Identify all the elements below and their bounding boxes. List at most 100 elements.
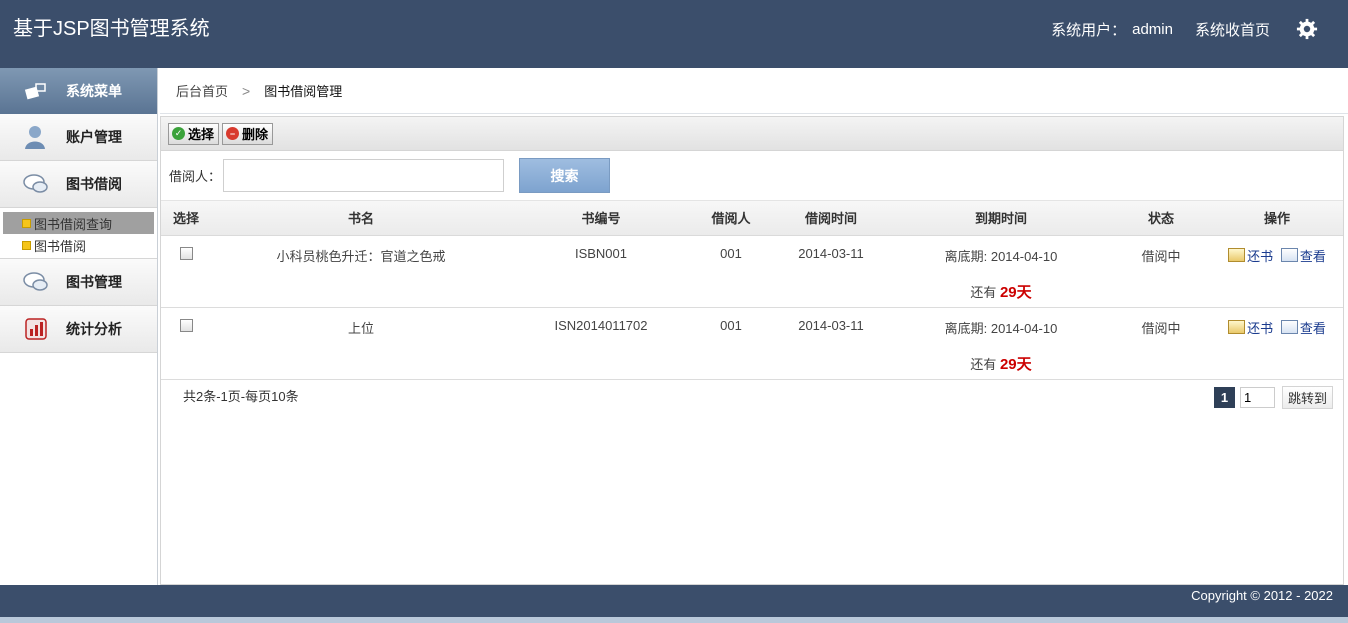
breadcrumb: 后台首页 > 图书借阅管理 [160, 68, 1348, 114]
app-title: 基于JSP图书管理系统 [13, 18, 210, 40]
select-button-label: 选择 [188, 127, 215, 142]
status: 借阅中 [1141, 248, 1181, 264]
menu-icon [22, 77, 50, 105]
window-icon [1280, 320, 1298, 334]
page-number-button[interactable]: 1 [1213, 386, 1235, 408]
borrow-date: 2014-03-11 [798, 245, 864, 261]
search-label: 借阅人： [169, 169, 222, 184]
column-header[interactable]: 借阅时间 [771, 201, 891, 236]
breadcrumb-current: 图书借阅管理 [264, 84, 343, 99]
check-icon: ✓ [172, 127, 185, 140]
remaining-count: 29天 [999, 283, 1032, 301]
book-title: 上位 [347, 320, 374, 336]
actions-cell: 还书 查看 [1211, 235, 1343, 307]
column-header[interactable]: 书名 [211, 201, 511, 236]
pagination-controls: 1 跳转到 [1213, 385, 1333, 409]
column-header: 操作 [1211, 201, 1343, 236]
toolbar: ✓ 选择 − 删除 [161, 117, 1343, 151]
borrower: 001 [720, 317, 742, 333]
borrower-search-input[interactable] [223, 159, 505, 192]
window-icon [1280, 248, 1298, 262]
borrow-date: 2014-03-11 [798, 317, 864, 333]
sidebar-item-label: 图书管理 [66, 274, 122, 290]
edit-icon [1228, 320, 1246, 334]
sidebar-submenu: 图书借阅查询 图书借阅 [0, 208, 157, 259]
remaining-days: 还有 29天 [891, 353, 1111, 374]
sidebar-item-account[interactable]: 账户管理 [0, 114, 157, 161]
search-button[interactable]: 搜索 [519, 158, 611, 193]
table-header-row: 选择 书名 书编号 借阅人 借阅时间 到期时间 状态 操作 [161, 201, 1343, 236]
user-label: 系统用户： [1051, 21, 1127, 39]
sidebar-item-borrow[interactable]: 图书借阅 [0, 161, 157, 208]
sidebar-menu-title: 系统菜单 [0, 68, 157, 114]
book-number: ISN2014011702 [554, 317, 648, 333]
actions-cell: 还书 查看 [1211, 307, 1343, 379]
view-link[interactable]: 查看 [1280, 246, 1326, 265]
due-date-cell: 离底期: 2014-04-10 还有 29天 [891, 235, 1111, 307]
sidebar-subitem-borrow-query[interactable]: 图书借阅查询 [3, 212, 154, 234]
remaining-prefix: 还有 [970, 356, 997, 372]
row-checkbox[interactable] [179, 318, 193, 332]
delete-icon: − [226, 127, 240, 140]
main-content: 后台首页 > 图书借阅管理 ✓ 选择 − 删除 借阅人： 搜索 选择 书名 书编… [160, 68, 1348, 585]
status: 借阅中 [1141, 320, 1181, 336]
top-header: 基于JSP图书管理系统 系统用户： admin 系统收首页 [0, 0, 1348, 68]
search-bar: 借阅人： 搜索 [161, 151, 1343, 201]
sidebar-item-label: 图书借阅 [66, 176, 122, 192]
sidebar-subitem-label: 图书借阅 [34, 238, 87, 254]
os-taskbar [0, 617, 1348, 623]
return-book-label: 还书 [1247, 248, 1274, 264]
borrower: 001 [720, 245, 742, 261]
stats-icon [22, 315, 50, 343]
column-header[interactable]: 借阅人 [691, 201, 771, 236]
return-book-link[interactable]: 还书 [1228, 246, 1273, 265]
due-date-cell: 离底期: 2014-04-10 还有 29天 [891, 307, 1111, 379]
edit-icon [1228, 248, 1246, 262]
table-row: 上位 ISN2014011702 001 2014-03-11 离底期: 201… [161, 307, 1343, 379]
jump-page-input[interactable] [1239, 386, 1275, 408]
due-date: 离底期: 2014-04-10 [944, 248, 1058, 264]
sidebar-menu-title-label: 系统菜单 [66, 83, 122, 99]
sidebar-item-books[interactable]: 图书管理 [0, 259, 157, 306]
view-label: 查看 [1299, 248, 1326, 264]
borrow-table: 选择 书名 书编号 借阅人 借阅时间 到期时间 状态 操作 小科员桃色升迁：官道… [161, 201, 1343, 380]
column-header[interactable]: 到期时间 [891, 201, 1111, 236]
pagination-bar: 共2条-1页-每页10条 1 跳转到 [161, 380, 1343, 420]
view-link[interactable]: 查看 [1280, 318, 1326, 337]
column-header[interactable]: 书编号 [511, 201, 691, 236]
remaining-prefix: 还有 [970, 284, 997, 300]
sidebar-item-label: 账户管理 [66, 129, 122, 145]
chevron-right-icon: > [242, 82, 251, 99]
sidebar-subitem-label: 图书借阅查询 [34, 216, 113, 232]
book-number: ISBN001 [574, 245, 628, 261]
home-link[interactable]: 系统收首页 [1195, 19, 1270, 40]
user-icon [22, 123, 50, 151]
row-checkbox[interactable] [179, 246, 193, 260]
chat-icon [22, 268, 50, 296]
sidebar-subitem-borrow[interactable]: 图书借阅 [0, 234, 157, 256]
breadcrumb-home[interactable]: 后台首页 [176, 81, 228, 100]
column-header[interactable]: 状态 [1111, 201, 1211, 236]
delete-button[interactable]: − 删除 [222, 122, 274, 145]
due-date: 离底期: 2014-04-10 [944, 320, 1058, 336]
sidebar: 系统菜单 账户管理 图书借阅 图书借阅查询 图书借阅 图书管理 统计分析 [0, 68, 158, 585]
sidebar-item-stats[interactable]: 统计分析 [0, 306, 157, 353]
bullet-icon [22, 240, 31, 250]
remaining-days: 还有 29天 [891, 281, 1111, 302]
copyright: Copyright © 2012 - 2022 [1191, 588, 1333, 603]
table-row: 小科员桃色升迁：官道之色戒 ISBN001 001 2014-03-11 离底期… [161, 235, 1343, 307]
delete-button-label: 删除 [242, 127, 269, 142]
return-book-label: 还书 [1247, 320, 1274, 336]
footer: Copyright © 2012 - 2022 [0, 585, 1348, 617]
chat-icon [22, 170, 50, 198]
remaining-count: 29天 [999, 355, 1032, 373]
book-title: 小科员桃色升迁：官道之色戒 [276, 248, 446, 264]
select-button[interactable]: ✓ 选择 [168, 122, 220, 145]
return-book-link[interactable]: 还书 [1228, 318, 1273, 337]
column-header: 选择 [161, 201, 211, 236]
borrow-panel: ✓ 选择 − 删除 借阅人： 搜索 选择 书名 书编号 借阅人 借阅时间 到期时… [160, 116, 1344, 585]
sidebar-item-label: 统计分析 [66, 321, 122, 337]
jump-button[interactable]: 跳转到 [1281, 385, 1333, 409]
gear-icon[interactable] [1296, 18, 1318, 40]
pagination-info: 共2条-1页-每页10条 [183, 388, 299, 404]
